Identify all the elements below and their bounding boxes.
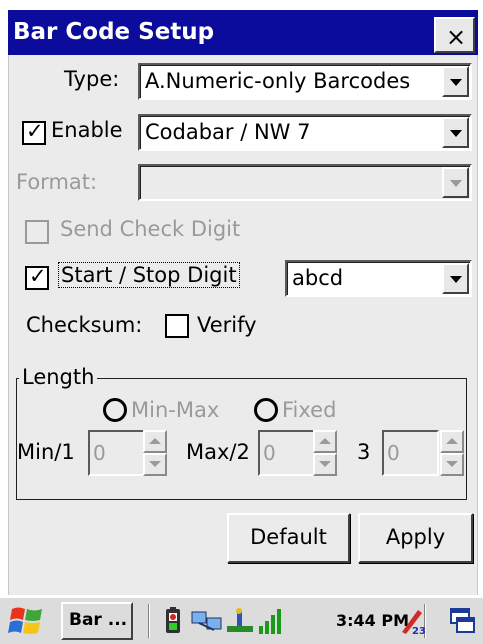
min-max-radio[interactable] (103, 398, 127, 422)
symbology-select[interactable]: Codabar / NW 7 (138, 114, 472, 151)
chevron-down-icon[interactable] (442, 66, 469, 97)
enable-label: Enable (51, 118, 123, 142)
signal-icon[interactable] (257, 606, 285, 636)
min-length-label: Min/1 (17, 440, 75, 464)
symbology-select-value: Codabar / NW 7 (145, 120, 311, 144)
chevron-down-icon[interactable] (442, 167, 469, 198)
checkmark-icon: ✓ (26, 119, 44, 143)
send-check-digit-checkbox[interactable] (25, 220, 49, 244)
spin-up-icon[interactable] (313, 430, 337, 453)
max-length-input[interactable]: 0 (258, 430, 315, 476)
battery-icon[interactable] (160, 606, 188, 636)
third-length-input[interactable]: 0 (382, 430, 439, 476)
taskbar-separator (148, 604, 150, 638)
spin-down-icon[interactable] (440, 453, 464, 476)
task-button-bar-code-setup[interactable]: Bar ... (61, 602, 133, 640)
format-select[interactable] (138, 164, 472, 201)
type-select-value: A.Numeric-only Barcodes (145, 69, 411, 93)
min-max-label: Min-Max (131, 398, 220, 422)
enable-checkbox[interactable]: ✓ (22, 119, 46, 145)
close-button[interactable]: × (434, 17, 475, 53)
title-bar: Bar Code Setup × (0, 0, 483, 55)
taskbar: Bar ... 3:44 PM 23 (0, 596, 483, 644)
close-icon: × (446, 23, 467, 51)
min-length-spinner[interactable] (143, 430, 167, 476)
max-length-label: Max/2 (186, 440, 250, 464)
third-length-spinner[interactable] (440, 430, 464, 476)
type-label: Type: (64, 67, 120, 91)
format-label: Format: (16, 170, 98, 194)
type-select[interactable]: A.Numeric-only Barcodes (138, 63, 472, 100)
network-icon[interactable] (190, 606, 224, 636)
min-length-input[interactable]: 0 (88, 430, 145, 476)
chevron-down-icon[interactable] (442, 117, 469, 148)
input-panel-icon[interactable]: 23 (398, 606, 426, 636)
window-title: Bar Code Setup (13, 19, 215, 45)
default-button[interactable]: Default (227, 513, 350, 563)
min-length-value: 0 (93, 441, 106, 465)
checksum-label: Checksum: (26, 313, 143, 337)
checkmark-icon: ✓ (29, 264, 47, 288)
start-stop-digit-checkbox[interactable]: ✓ (25, 264, 49, 290)
verify-checkbox[interactable] (165, 314, 189, 338)
max-length-spinner[interactable] (313, 430, 337, 476)
spin-up-icon[interactable] (143, 430, 167, 453)
start-stop-select[interactable]: abcd (285, 260, 472, 297)
spin-down-icon[interactable] (143, 453, 167, 476)
send-check-digit-label: Send Check Digit (60, 217, 241, 241)
chevron-down-icon[interactable] (442, 263, 469, 294)
usb-icon[interactable] (225, 606, 255, 636)
third-length-value: 0 (387, 441, 400, 465)
windows-start-icon[interactable] (8, 603, 46, 639)
fixed-label: Fixed (282, 398, 337, 422)
apply-button[interactable]: Apply (358, 513, 473, 563)
fixed-radio[interactable] (254, 398, 278, 422)
start-stop-digit-label: Start / Stop Digit (58, 262, 240, 288)
spin-up-icon[interactable] (440, 430, 464, 453)
third-length-label: 3 (357, 440, 371, 464)
verify-label: Verify (197, 313, 257, 337)
spin-down-icon[interactable] (313, 453, 337, 476)
switch-window-icon[interactable] (447, 606, 477, 636)
start-stop-select-value: abcd (292, 266, 344, 290)
svg-text:23: 23 (412, 626, 426, 636)
length-group-title: Length (19, 365, 98, 389)
max-length-value: 0 (263, 441, 276, 465)
